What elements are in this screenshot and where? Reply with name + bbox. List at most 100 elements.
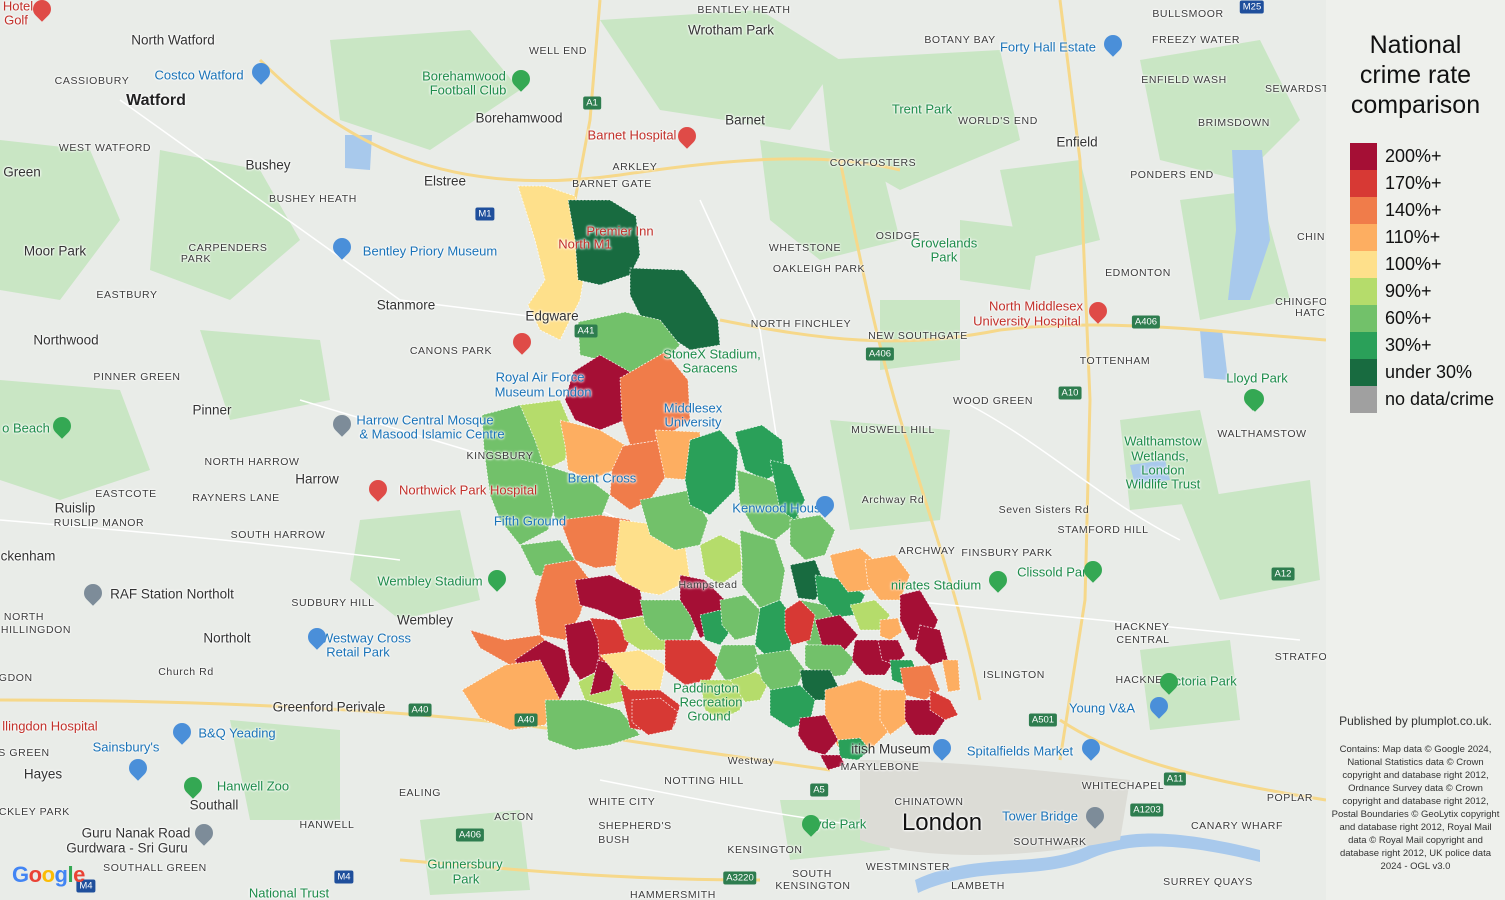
road-shield-m1: M1 [475, 208, 494, 221]
place-label-uxbridge-road: Church Rd [158, 667, 214, 678]
road-shield-a406b: A406 [456, 829, 484, 842]
place-label-kenwood: Kenwood House [732, 502, 827, 515]
place-label-wembley-stadium: Wembley Stadium [377, 575, 482, 588]
place-label-north-hillingdon-2: HILLINGDON [1, 625, 71, 636]
place-label-tottenham: TOTTENHAM [1080, 356, 1151, 367]
place-label-borehamwood: Borehamwood [475, 111, 562, 125]
place-label-fifth-road: Fifth Ground [494, 515, 566, 528]
place-label-wembley: Wembley [397, 613, 453, 627]
place-label-finsbury-park: FINSBURY PARK [961, 548, 1052, 559]
place-label-premier-inn-2: North M1 [558, 238, 611, 251]
place-label-middlesex-uni: Middlesex [664, 402, 723, 415]
place-label-westway-cross: Westway Cross [321, 632, 411, 645]
place-label-wood-green: WOOD GREEN [953, 396, 1033, 407]
legend-label: under 30% [1385, 362, 1472, 383]
road-shield-a40b: A40 [515, 714, 538, 727]
place-label-edgware: Edgware [525, 309, 578, 323]
legend-title-line-3: comparison [1326, 90, 1505, 120]
place-label-london: London [902, 811, 982, 835]
crime-area-22[interactable] [790, 515, 835, 560]
place-label-hampstead: Hampstead [678, 580, 737, 591]
place-label-walthamstow-wetlands-2: Wetlands, [1131, 450, 1189, 463]
legend-swatch [1350, 251, 1377, 278]
place-label-bushey-heath: BUSHEY HEATH [269, 194, 357, 205]
place-label-brent-cross: Brent Cross [568, 472, 637, 485]
crime-area-57[interactable] [915, 625, 948, 665]
place-label-recreation-ground: Recreation [680, 696, 743, 709]
legend-label: 140%+ [1385, 200, 1442, 221]
place-label-hammersmith: HAMMERSMITH [630, 890, 716, 900]
place-label-cockfosters: COCKFOSTERS [830, 158, 917, 169]
place-label-northolt: Northolt [203, 631, 250, 645]
legend-title: National crime rate comparison [1326, 30, 1505, 120]
place-label-marylebone: MARYLEBONE [841, 762, 920, 773]
place-label-sudbury-hill: SUDBURY HILL [291, 598, 374, 609]
legend-item: 90%+ [1350, 278, 1432, 305]
legend-label: 110%+ [1385, 227, 1440, 248]
road-shield-a11: A11 [1164, 773, 1186, 786]
map-canvas[interactable]: HotelGolfNorth WatfordCostco WatfordCASS… [0, 0, 1326, 900]
legend-label: 100%+ [1385, 254, 1442, 275]
publisher-note: Published by plumplot.co.uk. [1326, 714, 1505, 728]
place-label-pinner-green: PINNER GREEN [93, 372, 180, 383]
place-label-southall: Southall [190, 798, 239, 812]
place-label-south-kensington: SOUTH [792, 869, 832, 880]
place-label-eastbury: EASTBURY [96, 290, 157, 301]
place-label-greenford: Greenford [273, 700, 334, 714]
place-label-arkley: ARKLEY [612, 162, 657, 173]
place-label-north-hillingdon: NORTH [4, 612, 44, 623]
place-label-whetstone: WHETSTONE [769, 243, 841, 254]
place-label-guru-nanak-2: Gurdwara - Sri Guru [66, 841, 188, 855]
crime-area-24[interactable] [740, 530, 785, 608]
place-label-kingsbury: KINGSBURY [466, 451, 533, 462]
place-label-elstree: Elstree [424, 174, 466, 188]
legend-swatch [1350, 332, 1377, 359]
legend-swatch [1350, 143, 1377, 170]
place-label-stonex: StoneX Stadium, [663, 348, 761, 361]
place-label-lloyd-park: Lloyd Park [1226, 372, 1287, 385]
place-label-white-city: WHITE CITY [589, 797, 656, 808]
place-label-walthamstow-wetlands: Walthamstow [1124, 435, 1202, 448]
place-label-lambeth: LAMBETH [951, 881, 1005, 892]
place-label-new-southgate: NEW SOUTHGATE [868, 331, 968, 342]
place-label-costco: Costco Watford [154, 69, 243, 82]
legend-swatch [1350, 278, 1377, 305]
place-label-raf-museum: Royal Air Force [496, 371, 585, 384]
place-label-chingford: CHINGFOF [1275, 297, 1326, 308]
place-label-sainsburys: Sainsbury's [93, 741, 160, 754]
place-label-golf: Golf [4, 14, 28, 27]
crime-area-23[interactable] [700, 535, 742, 585]
place-label-north-watford: North Watford [131, 33, 215, 47]
legend-item: 200%+ [1350, 143, 1442, 170]
place-label-bullsmoor: BULLSMOOR [1152, 9, 1223, 20]
place-label-perivale: Perivale [337, 700, 386, 714]
place-label-s-green: S GREEN [0, 748, 50, 759]
road-shield-a10: A10 [1059, 387, 1082, 400]
place-label-ingdon: IGDON [0, 673, 33, 684]
road-shield-a1: A1 [583, 97, 601, 110]
legend-item: 170%+ [1350, 170, 1442, 197]
place-label-westminster: WESTMINSTER [866, 862, 950, 873]
legend-swatch [1350, 197, 1377, 224]
place-label-surrey-quays: SURREY QUAYS [1163, 877, 1253, 888]
place-label-barnet-hospital: Barnet Hospital [588, 129, 677, 142]
place-label-hotel-golf: Hotel [3, 0, 33, 13]
place-label-whitechapel: WHITECHAPEL [1082, 781, 1164, 792]
road-shield-a5: A5 [810, 784, 828, 797]
legend-label: 90%+ [1385, 281, 1432, 302]
place-label-ruislip-manor: RUISLIP MANOR [54, 518, 144, 529]
place-label-north-harrow: NORTH HARROW [204, 457, 299, 468]
crime-area-73[interactable] [942, 660, 960, 692]
place-label-enfield: Enfield [1056, 135, 1097, 149]
place-label-ockley-park: OCKLEY PARK [0, 807, 70, 818]
place-label-hayes: Hayes [24, 767, 62, 781]
crime-area-41[interactable] [665, 640, 720, 685]
crime-area-18[interactable] [685, 430, 738, 515]
place-label-worlds-end: WORLD'S END [958, 116, 1038, 127]
place-label-poplar: POPLAR [1267, 793, 1313, 804]
legend-swatch [1350, 305, 1377, 332]
crime-area-58[interactable] [880, 618, 902, 640]
place-label-kensington: KENSINGTON [727, 845, 802, 856]
road-shield-m4: M4 [334, 871, 353, 884]
legend-title-line-1: National [1326, 30, 1505, 60]
